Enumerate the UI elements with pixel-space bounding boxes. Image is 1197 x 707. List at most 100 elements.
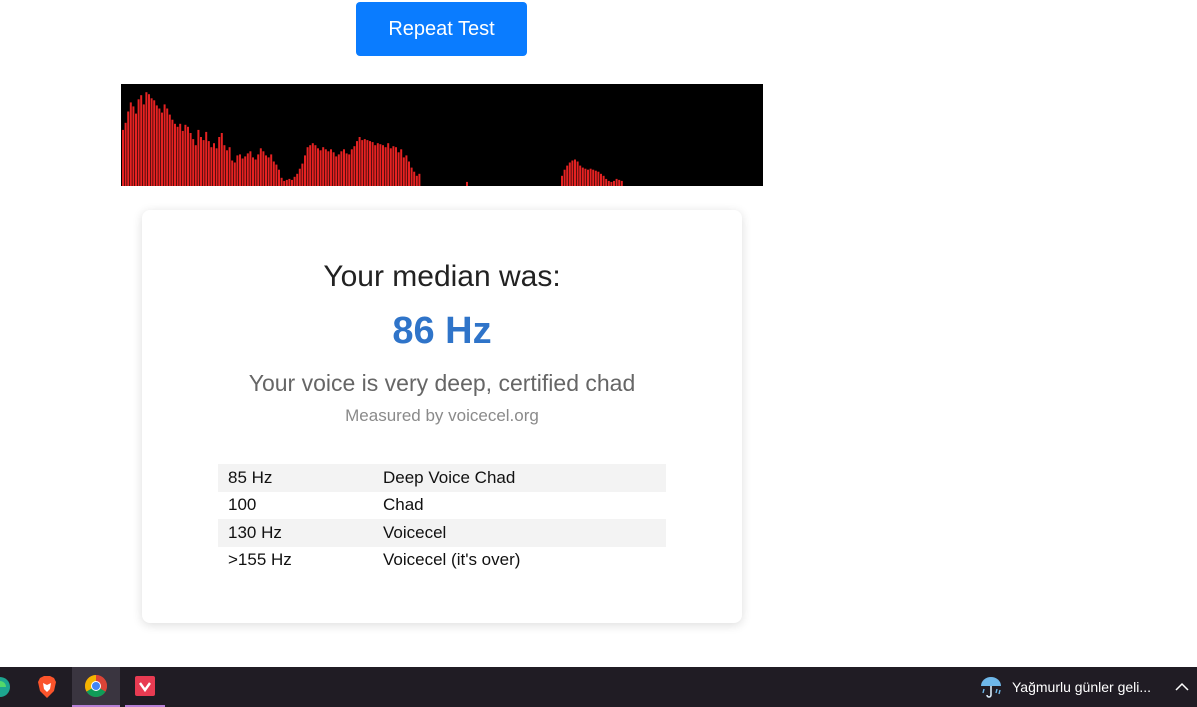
visualizer-bar	[413, 171, 416, 186]
visualizer-bar	[288, 178, 291, 186]
table-row: 130 Hz Voicecel	[218, 519, 666, 547]
visualizer-bar	[194, 145, 197, 186]
visualizer-bar	[392, 146, 395, 186]
visualizer-bar	[563, 169, 566, 186]
range-description: Chad	[383, 495, 424, 515]
visualizer-bar	[358, 137, 361, 186]
visualizer-bar	[366, 140, 369, 186]
visualizer-bar	[343, 149, 345, 186]
visualizer-bar	[620, 180, 623, 186]
weather-widget[interactable]: Yağmurlu günler geli...	[978, 667, 1151, 707]
visualizer-bar	[566, 165, 569, 186]
visualizer-bar	[348, 154, 351, 186]
app-icon	[135, 676, 155, 696]
visualizer-bar	[228, 147, 231, 186]
visualizer-bar	[376, 143, 379, 186]
visualizer-bar	[332, 152, 335, 186]
web-page: Repeat Test Your median was: 86 Hz Your …	[0, 0, 1197, 667]
visualizer-bar	[397, 152, 400, 186]
visualizer-bar	[233, 162, 236, 186]
visualizer-bar	[618, 179, 621, 186]
visualizer-bar	[587, 169, 589, 186]
visualizer-bar	[239, 154, 241, 186]
measured-by-text: Measured by voicecel.org	[345, 406, 539, 425]
chevron-up-icon	[1175, 682, 1189, 691]
visualizer-bar	[241, 158, 244, 186]
visualizer-bar	[369, 141, 371, 186]
visualizer-bar	[283, 180, 286, 186]
visualizer-bar	[158, 108, 161, 186]
visualizer-bar	[252, 157, 254, 186]
taskbar-app-brave[interactable]	[27, 667, 67, 707]
visualizer-bar	[579, 165, 582, 186]
taskbar-app-red[interactable]	[125, 667, 165, 707]
visualizer-bar	[153, 100, 156, 186]
visualizer-bar	[382, 145, 384, 186]
visualizer-bar	[418, 173, 421, 186]
visualizer-bar	[610, 181, 613, 186]
visualizer-bar	[309, 145, 312, 186]
median-label: Your median was:	[323, 260, 561, 293]
visualizer-bar	[466, 181, 468, 186]
visualizer-bar	[304, 155, 306, 186]
range-description: Voicecel (it's over)	[383, 550, 521, 570]
visualizer-bar	[213, 143, 215, 186]
visualizer-bar	[571, 160, 574, 186]
chrome-icon	[85, 675, 107, 697]
visualizer-bar	[296, 173, 299, 186]
visualizer-bar	[210, 147, 213, 186]
table-row: 100 Chad	[218, 492, 666, 520]
range-frequency: 85 Hz	[228, 467, 273, 487]
visualizer-bar	[561, 175, 563, 186]
visualizer-bar	[345, 153, 348, 186]
visualizer-bar	[140, 95, 143, 186]
visualizer-bar	[576, 161, 579, 186]
frequency-range-table: 85 Hz Deep Voice Chad 100 Chad 130 Hz Vo…	[218, 464, 666, 574]
taskbar-app-chrome[interactable]	[72, 667, 120, 707]
visualizer-bar	[291, 179, 293, 186]
visualizer-bar	[142, 104, 145, 186]
visualizer-bar	[135, 113, 137, 186]
visualizer-bar	[395, 147, 397, 186]
visualizer-bar	[387, 143, 390, 186]
visualizer-bar	[275, 164, 278, 186]
brave-icon	[38, 676, 56, 698]
visualizer-bar	[127, 111, 130, 186]
visualizer-bar	[272, 161, 275, 186]
visualizer-bar	[350, 149, 353, 186]
visualizer-bar	[400, 149, 403, 186]
visualizer-bar	[581, 167, 584, 186]
visualizer-bar	[132, 106, 135, 186]
repeat-test-button[interactable]: Repeat Test	[356, 2, 527, 56]
visualizer-bar	[584, 168, 587, 186]
visualizer-bar	[267, 157, 270, 186]
visualizer-bar	[405, 155, 408, 186]
visualizer-bar	[319, 150, 322, 186]
umbrella-rain-icon	[981, 677, 1001, 698]
visualizer-bar	[384, 147, 387, 186]
visualizer-bar	[353, 146, 356, 186]
visualizer-bar	[145, 92, 148, 186]
visualizer-bar	[249, 151, 252, 186]
visualizer-bar	[327, 151, 330, 186]
visualizer-bar	[568, 162, 571, 186]
show-hidden-icons-button[interactable]	[1172, 667, 1192, 707]
range-frequency: >155 Hz	[228, 550, 292, 570]
visualizer-bar	[356, 141, 358, 186]
visualizer-bar	[218, 137, 221, 186]
audio-visualizer	[121, 84, 763, 186]
visualizer-bar	[330, 149, 332, 186]
visualizer-bar	[189, 133, 192, 186]
visualizer-bar	[124, 122, 127, 186]
visualizer-bar	[171, 119, 174, 186]
visualizer-bar	[202, 140, 205, 186]
table-row: >155 Hz Voicecel (it's over)	[218, 547, 666, 575]
visualizer-bar	[379, 144, 382, 186]
visualizer-bar	[168, 114, 171, 186]
visualizer-bar	[259, 148, 262, 186]
visualizer-bar	[613, 180, 615, 186]
visualizer-bar	[374, 145, 377, 186]
visualizer-bar	[597, 171, 600, 186]
taskbar-app-edge[interactable]	[0, 667, 12, 707]
visualizer-bar	[607, 180, 610, 186]
